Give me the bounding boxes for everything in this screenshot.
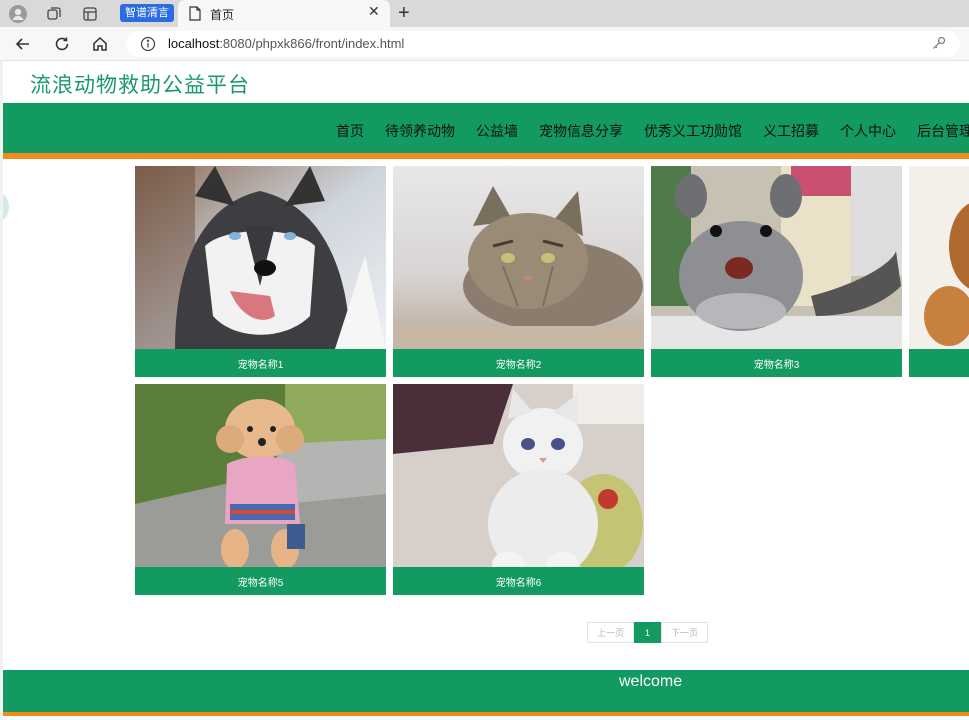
new-tab-icon[interactable]: +: [398, 1, 410, 25]
pet-name: 宠物名称2: [393, 349, 644, 377]
site-title: 流浪动物救助公益平台: [30, 74, 250, 97]
url-input[interactable]: localhost:8080/phpxk866/front/index.html: [126, 31, 960, 57]
pet-name: 宠物名称6: [393, 567, 644, 595]
pet-name: 宠物名称5: [135, 567, 386, 595]
pet-card[interactable]: 宠物名称2: [393, 166, 644, 377]
nav-item-admin[interactable]: 后台管理: [917, 121, 969, 141]
nav-item-charity-wall[interactable]: 公益墙: [476, 121, 518, 141]
pagination: 上一页 1 下一页: [587, 622, 708, 643]
prev-page-button[interactable]: 上一页: [587, 622, 634, 643]
page-icon: [188, 6, 202, 26]
extension-badge[interactable]: 智谱清言: [120, 4, 174, 22]
side-decoration: [3, 193, 9, 221]
husky-dog-photo: [135, 166, 386, 349]
pet-card[interactable]: 宠物名称1: [135, 166, 386, 377]
tab-actions-icon[interactable]: [80, 4, 100, 24]
partial-pet-photo: [909, 166, 969, 349]
pet-card[interactable]: 宠物名称6: [393, 384, 644, 595]
address-toolbar: localhost:8080/phpxk866/front/index.html: [0, 27, 969, 61]
tabby-cat-photo: [393, 166, 644, 349]
next-page-button[interactable]: 下一页: [661, 622, 708, 643]
pet-card[interactable]: [909, 166, 969, 377]
current-page-button[interactable]: 1: [634, 622, 661, 643]
collections-icon[interactable]: [44, 4, 64, 24]
tab-title: 首页: [210, 8, 235, 22]
active-tab[interactable]: 首页 ✕: [178, 0, 390, 27]
pet-name: 宠物名称3: [651, 349, 902, 377]
main-nav: 首页 待领养动物 公益墙 宠物信息分享 优秀义工功勋馆 义工招募 个人中心 后台…: [3, 103, 969, 159]
pet-name: 宠物名称1: [135, 349, 386, 377]
nav-item-volunteer-honors[interactable]: 优秀义工功勋馆: [644, 121, 742, 141]
web-page: 流浪动物救助公益平台 首页 待领养动物 公益墙 宠物信息分享 优秀义工功勋馆 义…: [3, 61, 969, 720]
pet-name: [909, 349, 969, 377]
white-kitten-photo: [393, 384, 644, 567]
nav-item-pet-info-share[interactable]: 宠物信息分享: [539, 121, 623, 141]
nav-item-volunteer-recruit[interactable]: 义工招募: [763, 121, 819, 141]
poodle-dog-photo: [135, 384, 386, 567]
url-text: localhost:8080/phpxk866/front/index.html: [168, 36, 404, 51]
pet-card[interactable]: 宠物名称3: [651, 166, 902, 377]
chinchilla-photo: [651, 166, 902, 349]
footer-welcome: welcome: [619, 673, 683, 690]
close-tab-icon[interactable]: ✕: [368, 3, 380, 20]
back-icon[interactable]: [12, 33, 34, 55]
key-icon[interactable]: [932, 36, 946, 55]
refresh-icon[interactable]: [51, 33, 73, 55]
site-info-icon[interactable]: [140, 36, 156, 57]
url-host: localhost: [168, 36, 220, 51]
url-path: :8080/phpxk866/front/index.html: [219, 36, 405, 51]
nav-item-adoptable-animals[interactable]: 待领养动物: [385, 121, 455, 141]
pet-card[interactable]: 宠物名称5: [135, 384, 386, 595]
site-header: 流浪动物救助公益平台: [3, 61, 969, 103]
profile-icon[interactable]: [8, 4, 28, 24]
nav-items: 首页 待领养动物 公益墙 宠物信息分享 优秀义工功勋馆 义工招募 个人中心 后台…: [336, 121, 969, 141]
browser-tab-bar: 智谱清言 首页 ✕ +: [0, 0, 969, 27]
nav-item-home[interactable]: 首页: [336, 121, 364, 141]
site-footer: welcome: [3, 670, 969, 716]
nav-item-user-center[interactable]: 个人中心: [840, 121, 896, 141]
home-icon[interactable]: [89, 33, 111, 55]
